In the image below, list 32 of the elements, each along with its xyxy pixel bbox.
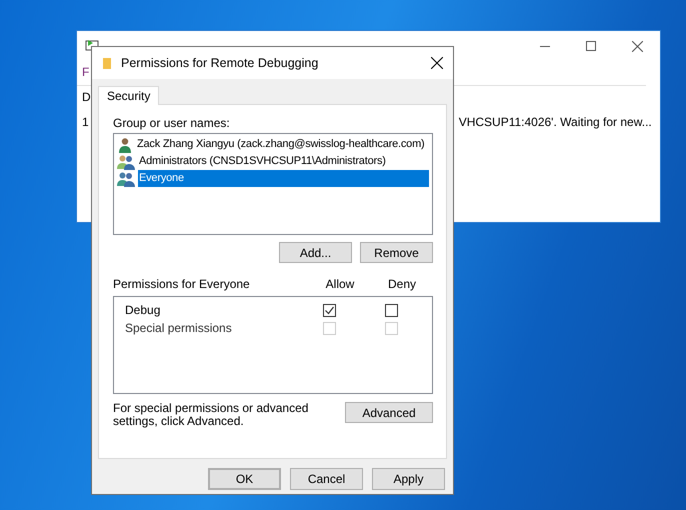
checkbox[interactable] [322, 304, 336, 316]
group-label: Group or user names: [113, 116, 231, 130]
list-item[interactable]: Zack Zhang Xiangyu (zack.zhang@swisslog-healthcare.com) [136, 136, 425, 153]
menu-item[interactable]: F [82, 63, 90, 81]
checkmark-icon [324, 304, 334, 316]
tab[interactable]: Security [98, 86, 160, 105]
close-icon[interactable] [632, 40, 643, 52]
list-button[interactable]: Add... [279, 242, 352, 263]
list-item[interactable]: Everyone [138, 170, 429, 187]
user-group-icon [117, 154, 135, 170]
permissions-label: Permissions for Everyone [113, 276, 251, 293]
log-row-date: 1 [82, 114, 89, 131]
log-row-text: VHCSUP11:4026'. Waiting for new... [458, 114, 652, 131]
dialog-button[interactable]: Cancel [290, 468, 363, 490]
dialog-button[interactable]: Apply [372, 468, 445, 490]
dialog-button[interactable]: OK [208, 468, 281, 490]
close-icon[interactable] [431, 57, 443, 69]
column-header: Deny [386, 276, 417, 293]
list-item[interactable]: Administrators (CNSD1SVHCSUP11\Administrators) [138, 153, 386, 170]
column-header: D [82, 89, 91, 106]
user-group-icon [117, 170, 135, 186]
permission-name: Debug [124, 302, 162, 319]
checkbox[interactable] [384, 304, 398, 316]
permission-name: Special permissions [124, 320, 233, 337]
user-icon [117, 136, 133, 152]
dialog-title: Permissions for Remote Debugging [121, 54, 318, 72]
maximize-icon[interactable] [586, 41, 596, 51]
folder-icon [102, 56, 112, 70]
advanced-button[interactable]: Advanced [345, 402, 433, 423]
advanced-hint: For special permissions or advanced settings, click Advanced. [113, 402, 310, 428]
column-header: Allow [324, 276, 356, 293]
list-button[interactable]: Remove [360, 242, 433, 263]
